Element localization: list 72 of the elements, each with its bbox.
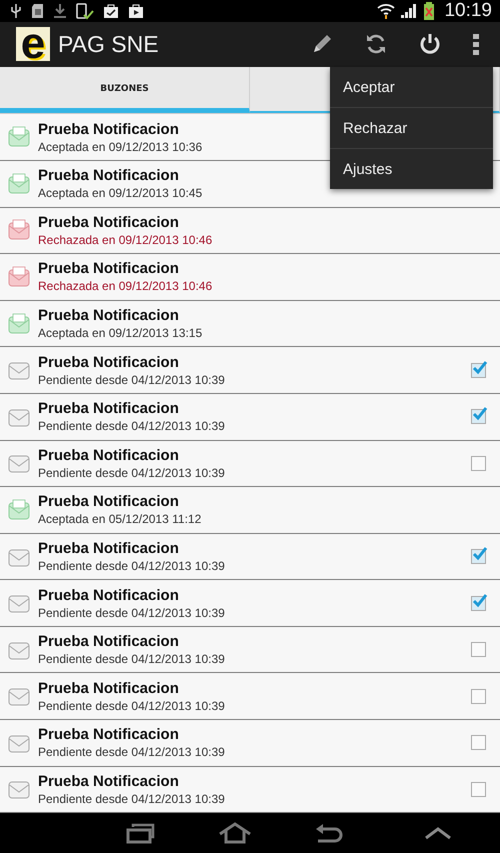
- checkbox[interactable]: [471, 735, 486, 750]
- notification-status: Pendiente desde 04/12/2013 10:39: [38, 466, 225, 480]
- notification-status: Pendiente desde 04/12/2013 10:39: [38, 698, 225, 713]
- notification-status: Aceptada en 05/12/2013 11:12: [38, 512, 202, 526]
- notification-title: Prueba Notificacion: [38, 493, 179, 510]
- notification-title: Prueba Notificacion: [38, 214, 179, 231]
- notification-row[interactable]: Prueba Notificacion Pendiente desde 04/12/2013 10:39: [0, 626, 500, 674]
- checkbox[interactable]: [471, 409, 486, 424]
- notification-status: Rechazada en 09/12/2013 10:46: [38, 232, 212, 247]
- notification-status: Pendiente desde 04/12/2013 10:39: [38, 419, 225, 434]
- wifi-icon: [377, 3, 396, 19]
- signal-icon: [400, 3, 418, 19]
- overflow-menu-icon[interactable]: [472, 32, 480, 56]
- notification-title: Prueba Notificacion: [38, 680, 179, 697]
- menu-item[interactable]: Rechazar: [330, 108, 493, 149]
- notification-title: Prueba Notificacion: [38, 307, 179, 324]
- notification-status: Aceptada en 09/12/2013 13:15: [38, 326, 202, 340]
- notification-status: Aceptada en 09/12/2013 10:45: [38, 186, 202, 200]
- notification-title: Prueba Notificacion: [38, 167, 179, 184]
- notification-status: Rechazada en 09/12/2013 10:46: [38, 279, 212, 294]
- notification-title: Prueba Notificacion: [38, 400, 179, 418]
- notification-row[interactable]: Prueba Notificacion Pendiente desde 04/12/2013 10:39: [0, 534, 500, 580]
- app-logo: e: [16, 27, 50, 62]
- chevron-up-icon[interactable]: [424, 825, 452, 842]
- notification-title: Prueba Notificacion: [38, 260, 179, 278]
- recent-apps-icon[interactable]: [126, 822, 156, 844]
- notification-status: Aceptada en 09/12/2013 10:36: [38, 140, 202, 154]
- notification-row[interactable]: Prueba Notificacion Rechazada en 09/12/2013 10:46: [0, 254, 500, 301]
- checkbox[interactable]: [471, 362, 486, 378]
- notification-status: Pendiente desde 04/12/2013 10:39: [38, 372, 225, 387]
- home-icon[interactable]: [218, 822, 252, 844]
- checkbox[interactable]: [471, 782, 486, 797]
- device-check-icon: [76, 2, 94, 20]
- notification-status: Pendiente desde 04/12/2013 10:39: [38, 792, 225, 806]
- notification-status: Pendiente desde 04/12/2013 10:39: [38, 652, 225, 666]
- notification-title: Prueba Notificacion: [38, 354, 179, 371]
- notification-row[interactable]: Prueba Notificacion Rechazada en 09/12/2013 10:46: [0, 208, 500, 254]
- sd-card-icon: [31, 3, 44, 19]
- checkbox[interactable]: [471, 688, 486, 704]
- clock-time: 10:19: [444, 0, 492, 22]
- notification-title: Prueba Notificacion: [38, 446, 179, 464]
- notification-title: Prueba Notificacion: [38, 726, 179, 744]
- notification-row[interactable]: Prueba Notificacion Pendiente desde 04/12/2013 10:39: [0, 394, 500, 441]
- shopping-bag-play-icon: [128, 3, 144, 19]
- battery-icon: [423, 2, 436, 20]
- app-title: PAG SNE: [58, 30, 160, 58]
- refresh-icon[interactable]: [364, 32, 388, 56]
- power-icon[interactable]: [418, 32, 442, 56]
- notification-title: Prueba Notificacion: [38, 772, 179, 790]
- notification-title: Prueba Notificacion: [38, 540, 179, 557]
- notification-title: Prueba Notificacion: [38, 633, 179, 650]
- notification-row[interactable]: Prueba Notificacion Pendiente desde 04/12/2013 10:39: [0, 347, 500, 394]
- notification-row[interactable]: Prueba Notificacion Pendiente desde 04/12/2013 10:39: [0, 673, 500, 720]
- notification-status: Pendiente desde 04/12/2013 10:39: [38, 745, 225, 760]
- notification-row[interactable]: Prueba Notificacion Pendiente desde 04/12/2013 10:39: [0, 440, 500, 488]
- usb-icon: [10, 3, 22, 19]
- shopping-bag-check-icon: [103, 3, 119, 19]
- notification-row[interactable]: Prueba Notificacion Aceptada en 05/12/2013 11:12: [0, 487, 500, 534]
- checkbox[interactable]: [471, 549, 486, 564]
- notification-row[interactable]: Prueba Notificacion Pendiente desde 04/12/2013 10:39: [0, 720, 500, 767]
- back-icon[interactable]: [314, 822, 344, 844]
- notification-status: Pendiente desde 04/12/2013 10:39: [38, 606, 225, 620]
- notification-row[interactable]: Prueba Notificacion Aceptada en 09/12/2013 13:15: [0, 300, 500, 348]
- download-icon: [53, 3, 67, 19]
- checkbox[interactable]: [471, 642, 486, 658]
- menu-item[interactable]: Aceptar: [330, 67, 493, 108]
- notification-status: Pendiente desde 04/12/2013 10:39: [38, 559, 225, 573]
- notification-title: Prueba Notificacion: [38, 120, 179, 138]
- checkbox[interactable]: [471, 456, 486, 471]
- notification-title: Prueba Notificacion: [38, 586, 179, 604]
- notification-row[interactable]: Prueba Notificacion Pendiente desde 04/12/2013 10:39: [0, 580, 500, 627]
- checkbox[interactable]: [471, 596, 486, 611]
